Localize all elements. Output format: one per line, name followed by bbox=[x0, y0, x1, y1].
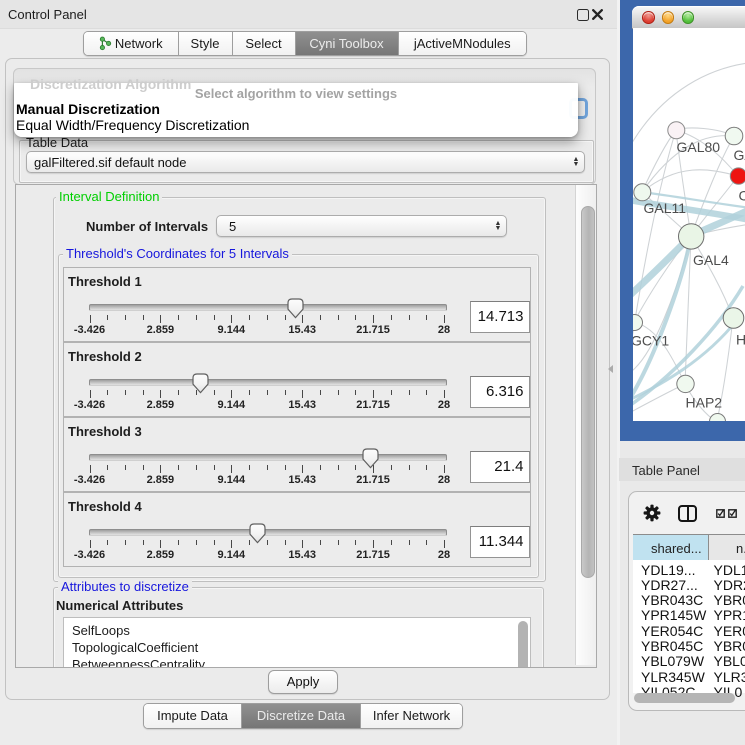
svg-text:GAL80: GAL80 bbox=[676, 139, 720, 155]
svg-text:GAL4: GAL4 bbox=[693, 252, 729, 268]
svg-text:H: H bbox=[736, 331, 745, 347]
svg-text:HAP2: HAP2 bbox=[685, 394, 722, 410]
svg-text:GCY1: GCY1 bbox=[633, 332, 669, 348]
svg-text:C: C bbox=[738, 187, 745, 203]
svg-text:GA: GA bbox=[733, 147, 745, 163]
svg-text:GAL11: GAL11 bbox=[643, 200, 686, 216]
